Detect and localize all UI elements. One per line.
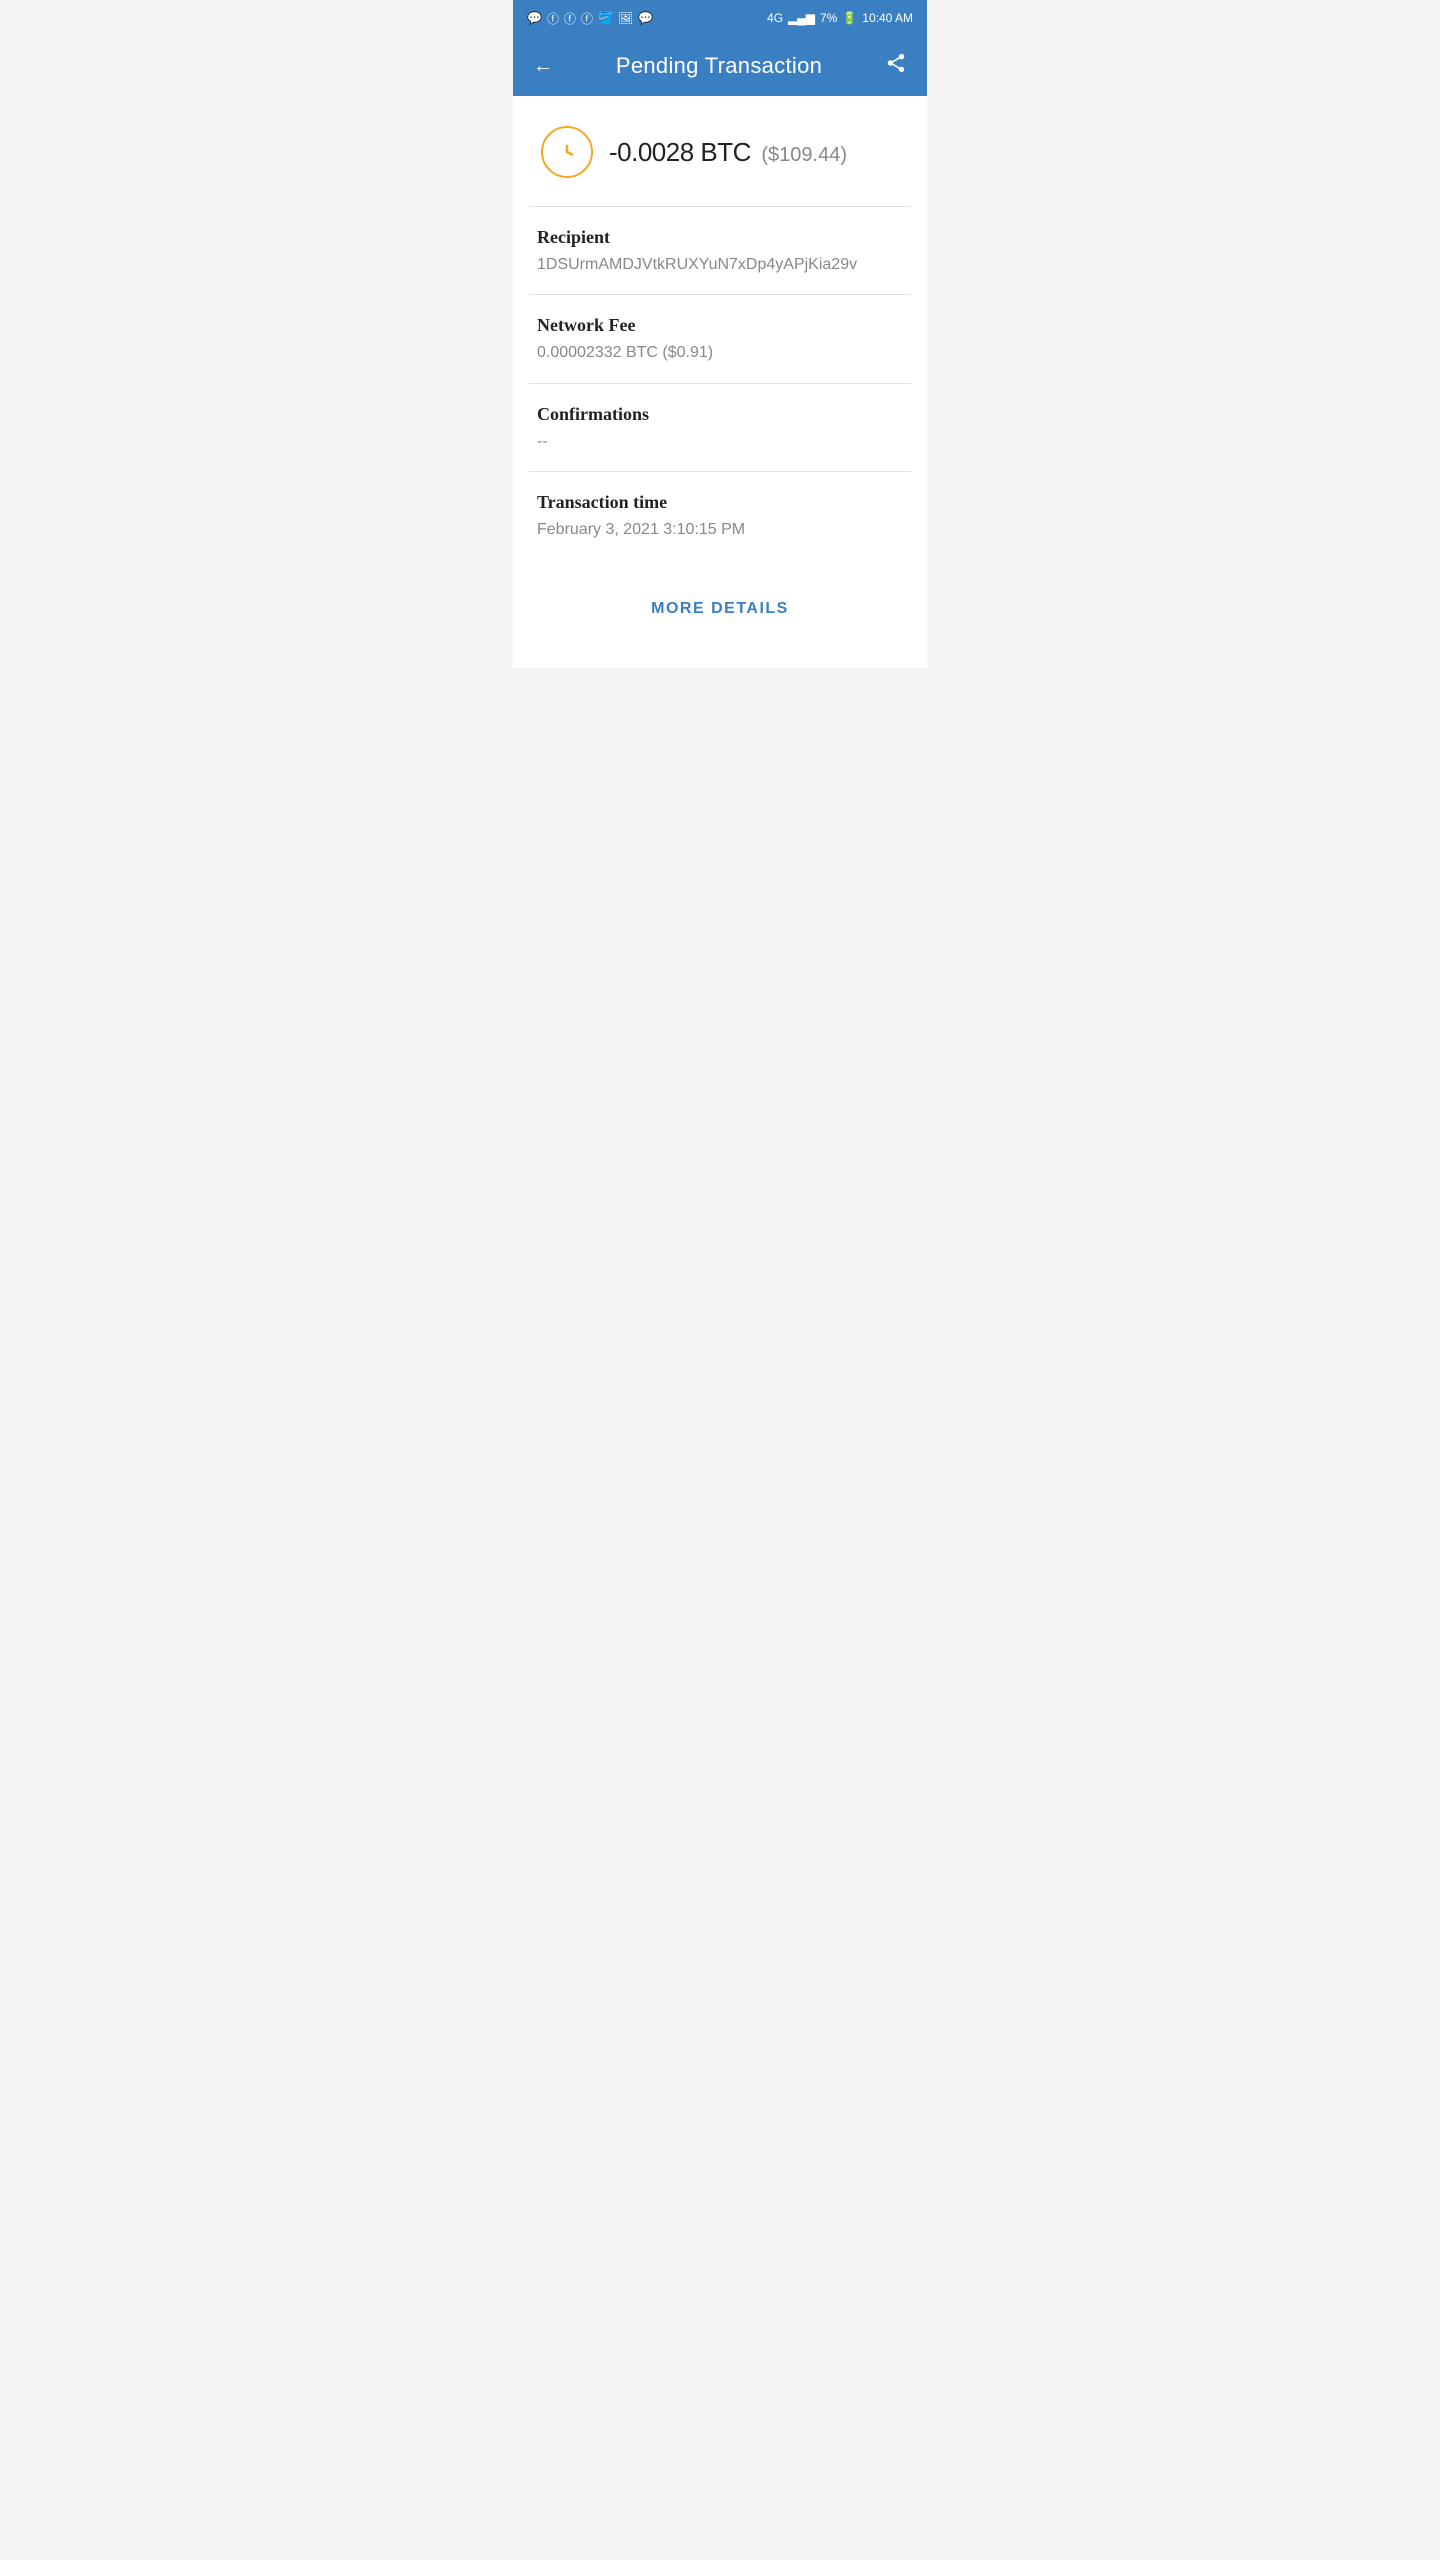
facebook-icon-3: ⓕ xyxy=(581,10,593,27)
recipient-value: 1DSUrmAMDJVtkRUXYuN7xDp4yAPjKia29v xyxy=(537,254,903,276)
amount-btc: -0.0028 BTC xyxy=(609,137,751,167)
confirmations-label: Confirmations xyxy=(537,404,903,425)
main-content: -0.0028 BTC ($109.44) Recipient 1DSUrmAM… xyxy=(513,96,927,668)
network-fee-section: Network Fee 0.00002332 BTC ($0.91) xyxy=(513,295,927,382)
status-bar: 💬 ⓕ ⓕ ⓕ 🪣 🖼 💬 4G ▂▄▆ 7% 🔋 10:40 AM xyxy=(513,0,927,36)
transaction-time-section: Transaction time February 3, 2021 3:10:1… xyxy=(513,472,927,559)
image-icon: 🖼 xyxy=(618,11,633,25)
app-bar: ← Pending Transaction xyxy=(513,36,927,96)
battery-level: 7% xyxy=(820,11,837,25)
system-status: 4G ▂▄▆ 7% 🔋 10:40 AM xyxy=(767,11,913,25)
current-time: 10:40 AM xyxy=(862,11,913,25)
page-title: Pending Transaction xyxy=(616,53,822,79)
more-details-section: MORE DETAILS xyxy=(513,560,927,668)
facebook-icon-1: ⓕ xyxy=(547,10,559,27)
pending-clock-icon xyxy=(541,126,593,178)
battery-icon: 🔋 xyxy=(842,11,857,25)
amount-section: -0.0028 BTC ($109.44) xyxy=(513,96,927,206)
message-icon: 💬 xyxy=(527,11,542,25)
network-fee-label: Network Fee xyxy=(537,315,903,336)
share-button[interactable] xyxy=(881,48,911,84)
confirmations-value: -- xyxy=(537,431,903,453)
network-type: 4G xyxy=(767,11,783,25)
cloud-icon: 💬 xyxy=(638,11,653,25)
recipient-label: Recipient xyxy=(537,227,903,248)
confirmations-section: Confirmations -- xyxy=(513,384,927,471)
transaction-time-value: February 3, 2021 3:10:15 PM xyxy=(537,519,903,541)
signal-strength: ▂▄▆ xyxy=(788,11,815,25)
more-details-button[interactable]: MORE DETAILS xyxy=(631,590,809,628)
facebook-icon-2: ⓕ xyxy=(564,10,576,27)
recipient-section: Recipient 1DSUrmAMDJVtkRUXYuN7xDp4yAPjKi… xyxy=(513,207,927,294)
amount-usd: ($109.44) xyxy=(761,144,847,166)
tool-icon: 🪣 xyxy=(598,11,613,25)
transaction-time-label: Transaction time xyxy=(537,492,903,513)
amount-display: -0.0028 BTC ($109.44) xyxy=(609,137,847,168)
network-fee-value: 0.00002332 BTC ($0.91) xyxy=(537,342,903,364)
back-button[interactable]: ← xyxy=(529,51,557,82)
notification-icons: 💬 ⓕ ⓕ ⓕ 🪣 🖼 💬 xyxy=(527,10,653,27)
